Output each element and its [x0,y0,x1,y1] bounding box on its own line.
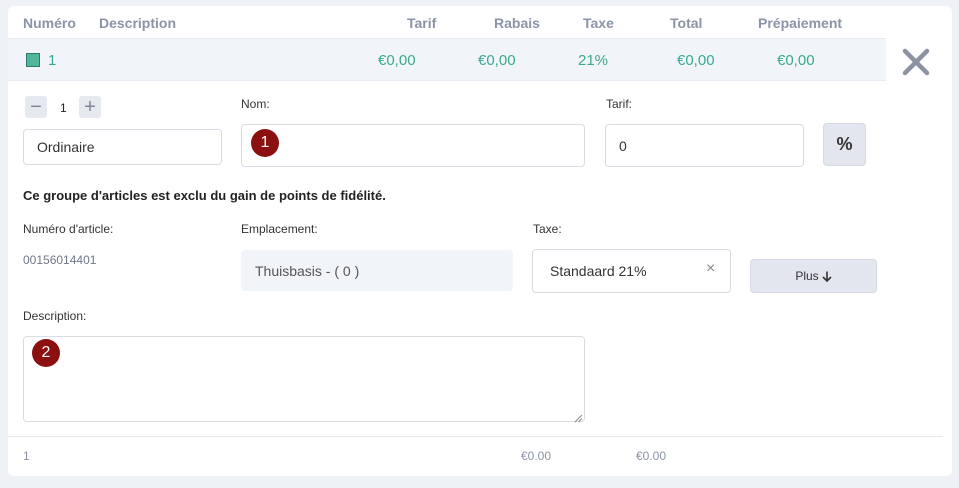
increment-button[interactable]: + [79,96,101,118]
clear-tax-icon[interactable]: × [706,260,715,278]
loyalty-notice: Ce groupe d'articles est exclu du gain d… [23,188,386,203]
taxe-label: Taxe: [533,222,562,236]
nom-input[interactable] [241,124,585,167]
annotation-badge-1: 1 [251,129,279,157]
percent-button[interactable]: % [823,123,866,166]
numero-article-label: Numéro d'article: [23,222,114,236]
row-taxe: 21% [578,52,609,69]
row-total: €0,00 [677,52,715,69]
col-rabais: Rabais [494,15,540,31]
emplacement-field: Thuisbasis - ( 0 ) [241,250,513,291]
article-number: 00156014401 [23,253,97,267]
col-description: Description [99,15,177,31]
emplacement-value: Thuisbasis - ( 0 ) [255,262,360,279]
tax-select-value: Standaard 21% [550,263,647,279]
arrow-down-icon [822,271,832,282]
tax-select[interactable]: Standaard 21% [532,249,731,293]
col-total: Total [670,15,703,31]
plus-icon: + [84,96,96,118]
row-rabais: €0,00 [478,52,516,69]
row-tarif: €0,00 [378,52,416,69]
minus-icon: − [30,96,42,118]
emplacement-label: Emplacement: [241,222,318,236]
quantity-value: 1 [60,101,67,115]
col-numero: Numéro [23,15,76,31]
footer-amount-1: €0.00 [521,449,552,463]
type-field[interactable]: Ordinaire [23,129,222,165]
col-taxe: Taxe [583,15,614,31]
description-textarea[interactable] [23,336,585,422]
type-field-value: Ordinaire [37,139,95,155]
footer-amount-2: €0.00 [636,449,667,463]
row-prepaiement: €0,00 [777,52,815,69]
tarif-input-value: 0 [619,137,627,154]
decrement-button[interactable]: − [25,96,47,118]
footer-divider [8,436,943,437]
tarif-label: Tarif: [606,97,633,111]
plus-button[interactable]: Plus [750,259,877,293]
footer-count: 1 [23,449,30,463]
tarif-input[interactable]: 0 [605,124,804,167]
item-row[interactable] [8,38,886,81]
resize-handle-icon[interactable] [574,410,583,423]
col-prepaiement: Prépaiement [758,15,843,31]
plus-button-label: Plus [795,269,819,283]
row-color-swatch [26,53,40,67]
annotation-badge-2: 2 [32,339,60,367]
col-tarif: Tarif [407,15,437,31]
row-numero: 1 [48,52,57,69]
nom-label: Nom: [241,97,270,111]
close-icon[interactable] [900,46,932,78]
description-label: Description: [23,309,87,323]
